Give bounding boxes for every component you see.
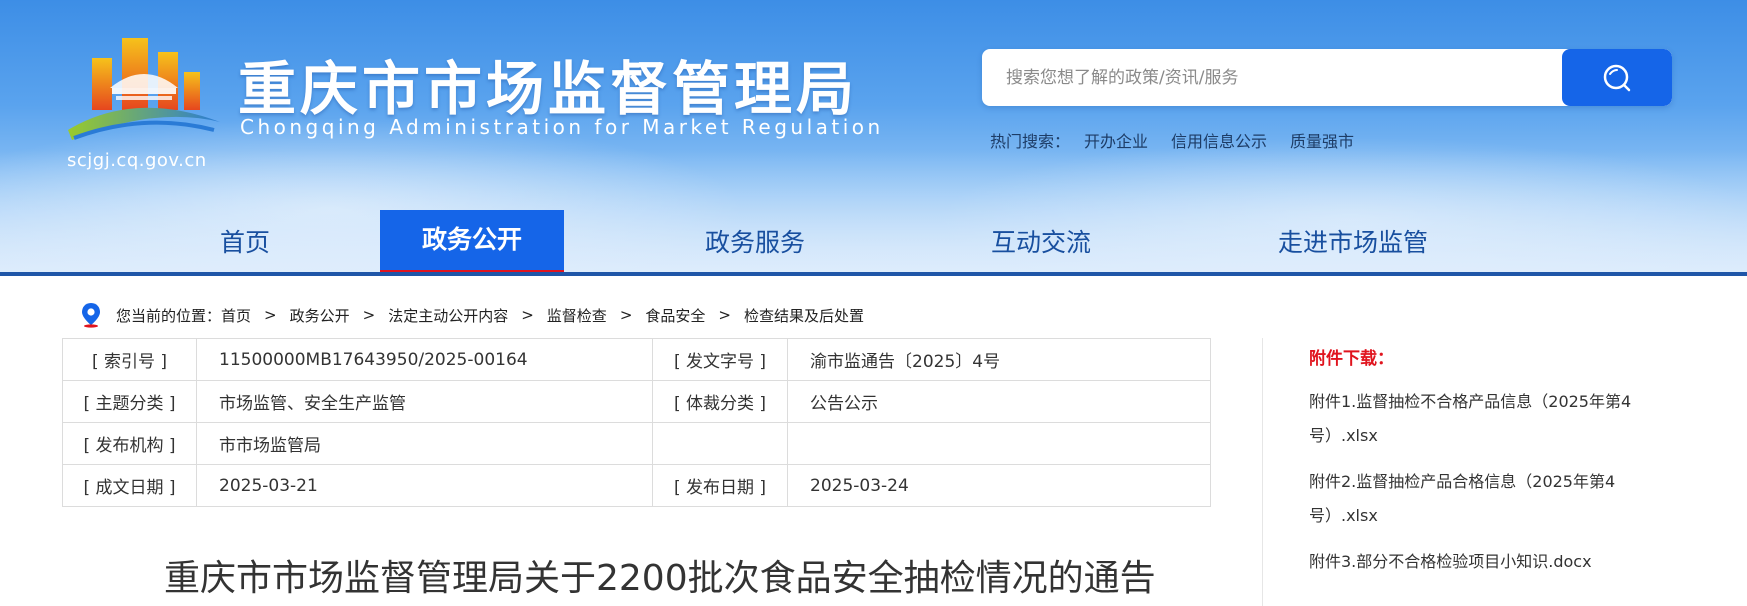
location-pin-icon — [82, 303, 100, 328]
meta-key: [ 体裁分类 ] — [652, 380, 788, 423]
search-button[interactable] — [1562, 49, 1672, 106]
breadcrumb: 您当前的位置： 首页 > 政务公开 > 法定主动公开内容 > 监督检查 > 食品… — [80, 302, 864, 328]
attachments-list: 附件1.监督抽检不合格产品信息（2025年第4号）.xlsx 附件2.监督抽检产… — [1309, 385, 1639, 591]
hot-search-label: 热门搜索： — [990, 132, 1071, 151]
attachment-link[interactable]: 附件2.监督抽检产品合格信息（2025年第4号）.xlsx — [1309, 465, 1639, 533]
attachments-title: 附件下载： — [1309, 349, 1394, 369]
breadcrumb-separator: > — [264, 306, 277, 324]
meta-value: 2025-03-21 — [196, 464, 653, 507]
search-input[interactable] — [982, 49, 1562, 106]
breadcrumb-link[interactable]: 首页 — [221, 305, 251, 326]
meta-key: [ 发布机构 ] — [62, 422, 197, 465]
sidebar-divider — [1262, 338, 1263, 606]
meta-value: 市场监管、安全生产监管 — [196, 380, 653, 423]
breadcrumb-link[interactable]: 食品安全 — [645, 305, 705, 326]
nav-bottom-bar — [0, 272, 1747, 276]
nav-item-interaction[interactable]: 互动交流 — [946, 210, 1136, 276]
hot-search-link[interactable]: 信用信息公示 — [1171, 128, 1267, 152]
meta-value: 市市场监管局 — [196, 422, 653, 465]
main-nav: 首页 政务公开 政务服务 互动交流 走进市场监管 — [0, 210, 1747, 276]
attachment-link[interactable]: 附件1.监督抽检不合格产品信息（2025年第4号）.xlsx — [1309, 385, 1639, 453]
breadcrumb-link[interactable]: 监督检查 — [547, 305, 607, 326]
site-domain: scjgj.cq.gov.cn — [67, 150, 207, 171]
search-icon — [1603, 64, 1631, 91]
breadcrumb-separator: > — [619, 306, 633, 324]
meta-key: [ 索引号 ] — [62, 338, 197, 381]
meta-key: [ 主题分类 ] — [62, 380, 197, 423]
hot-search-link[interactable]: 质量强市 — [1290, 128, 1354, 152]
attachment-link[interactable]: 附件3.部分不合格检验项目小知识.docx — [1309, 545, 1639, 579]
breadcrumb-link[interactable]: 检查结果及后处置 — [744, 305, 864, 326]
nav-item-about-regulation[interactable]: 走进市场监管 — [1243, 210, 1463, 276]
meta-key: [ 发文字号 ] — [652, 338, 788, 381]
breadcrumb-separator: > — [521, 306, 534, 324]
site-title[interactable]: 重庆市市场监督管理局 — [238, 42, 858, 126]
table-row: [ 成文日期 ] 2025-03-21 [ 发布日期 ] 2025-03-24 — [62, 464, 1211, 507]
article-title: 重庆市市场监督管理局关于2200批次食品安全抽检情况的通告 — [164, 558, 1156, 599]
meta-key: [ 成文日期 ] — [62, 464, 197, 507]
site-subtitle: Chongqing Administration for Market Regu… — [240, 115, 884, 139]
meta-value: 渝市监通告〔2025〕4号 — [787, 338, 1211, 381]
meta-value: 公告公示 — [787, 380, 1211, 423]
nav-item-home[interactable]: 首页 — [150, 210, 340, 276]
table-row: [ 索引号 ] 11500000MB17643950/2025-00164 [ … — [62, 338, 1211, 381]
hot-search: 热门搜索： 开办企业 信用信息公示 质量强市 — [990, 128, 1377, 152]
table-row: [ 主题分类 ] 市场监管、安全生产监管 [ 体裁分类 ] 公告公示 — [62, 380, 1211, 423]
nav-item-government-services[interactable]: 政务服务 — [660, 210, 850, 276]
breadcrumb-link[interactable]: 政务公开 — [290, 305, 350, 326]
hot-search-link[interactable]: 开办企业 — [1084, 128, 1148, 152]
site-header: scjgj.cq.gov.cn 重庆市市场监督管理局 Chongqing Adm… — [0, 0, 1747, 276]
meta-value — [787, 422, 1211, 465]
site-logo-emblem — [68, 38, 220, 140]
meta-value: 2025-03-24 — [787, 464, 1211, 507]
breadcrumb-link[interactable]: 法定主动公开内容 — [388, 305, 508, 326]
nav-item-government-affairs[interactable]: 政务公开 — [380, 210, 564, 276]
breadcrumb-separator: > — [718, 306, 731, 324]
document-meta-table: [ 索引号 ] 11500000MB17643950/2025-00164 [ … — [62, 338, 1211, 507]
table-row: [ 发布机构 ] 市市场监管局 — [62, 422, 1211, 465]
breadcrumb-prefix: 您当前的位置： — [116, 306, 222, 325]
search-box — [982, 49, 1672, 106]
meta-key — [652, 422, 788, 465]
breadcrumb-separator: > — [362, 306, 376, 324]
meta-value: 11500000MB17643950/2025-00164 — [196, 338, 653, 381]
meta-key: [ 发布日期 ] — [652, 464, 788, 507]
